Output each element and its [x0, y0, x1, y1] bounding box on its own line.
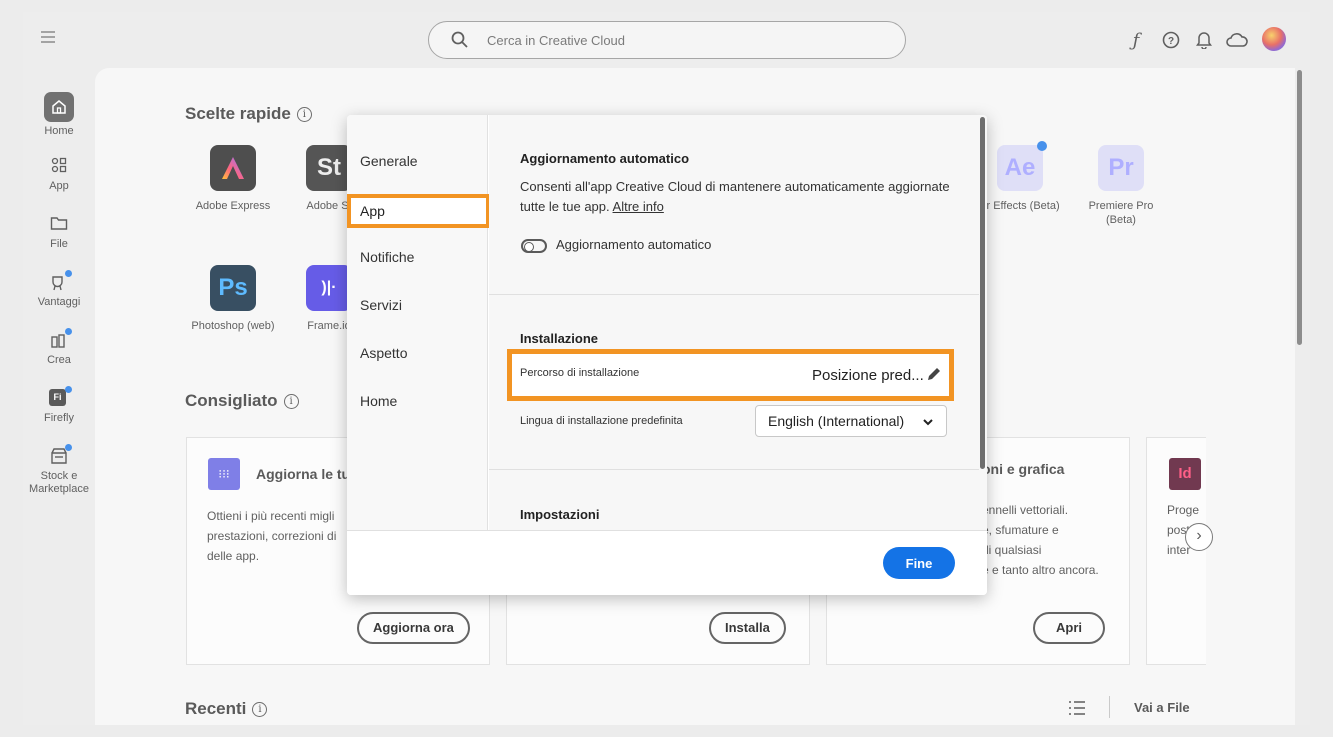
install-path-row[interactable]: Percorso di installazione Posizione pred…	[507, 349, 954, 401]
learn-more-link[interactable]: Altre info	[613, 199, 664, 214]
install-path-value: Posizione pred...	[812, 367, 924, 384]
settings-title: Impostazioni	[520, 507, 600, 522]
chevron-down-icon	[923, 419, 933, 426]
nav-home[interactable]: Home	[360, 393, 397, 409]
auto-update-section: Aggiornamento automatico Consenti all'ap…	[489, 115, 979, 295]
nav-app[interactable]: App	[347, 194, 490, 228]
description-line: tutte le tue app.	[520, 199, 610, 214]
modal-footer: Fine	[347, 530, 987, 595]
preferences-nav: Generale App Notifiche Servizi Aspetto H…	[347, 115, 490, 530]
install-path-label: Percorso di installazione	[520, 367, 640, 379]
install-language-select[interactable]: English (International)	[755, 405, 947, 437]
settings-section: Impostazioni	[489, 471, 979, 530]
auto-update-description: Consenti all'app Creative Cloud di mante…	[520, 177, 950, 217]
auto-update-title: Aggiornamento automatico	[520, 151, 690, 166]
modal-scrollbar[interactable]	[980, 117, 985, 469]
edit-pencil-icon[interactable]	[926, 366, 942, 387]
auto-update-toggle[interactable]	[521, 239, 547, 253]
nav-label: App	[360, 203, 385, 219]
preferences-dialog: Generale App Notifiche Servizi Aspetto H…	[347, 115, 987, 595]
preferences-content: Aggiornamento automatico Consenti all'ap…	[489, 115, 987, 530]
nav-general[interactable]: Generale	[360, 153, 418, 169]
install-title: Installazione	[520, 331, 599, 346]
toggle-label: Aggiornamento automatico	[556, 237, 712, 252]
install-language-label: Lingua di installazione predefinita	[520, 415, 683, 427]
nav-notifications[interactable]: Notifiche	[360, 249, 414, 265]
nav-appearance[interactable]: Aspetto	[360, 345, 407, 361]
description-line: Consenti all'app Creative Cloud di mante…	[520, 179, 950, 194]
done-button[interactable]: Fine	[883, 547, 955, 579]
select-value: English (International)	[768, 413, 905, 429]
nav-services[interactable]: Servizi	[360, 297, 402, 313]
